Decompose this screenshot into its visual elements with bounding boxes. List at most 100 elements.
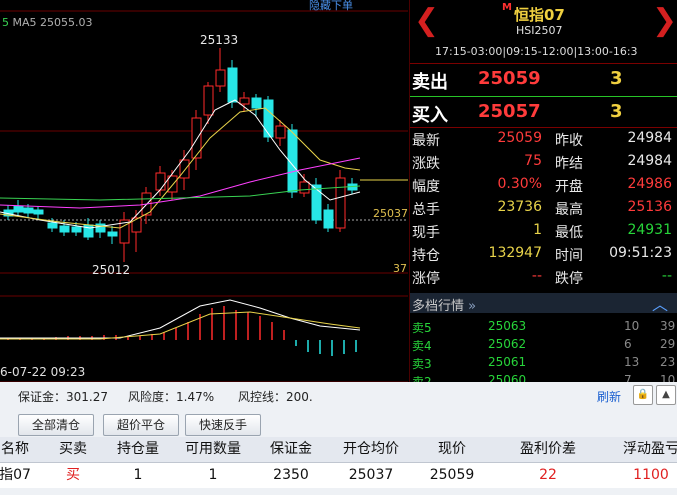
depth-row[interactable]: 卖2 25060 7 10 bbox=[410, 372, 677, 382]
candle-body bbox=[47, 222, 58, 229]
column-header[interactable]: 买卖 bbox=[42, 437, 105, 463]
collapse-caret-icon[interactable]: ︿ bbox=[652, 291, 668, 315]
quote-row: 持仓 132947 时间 09:51:23 bbox=[410, 243, 677, 265]
depth-row[interactable]: 卖3 25061 13 23 bbox=[410, 354, 677, 372]
depth-qty: 6 bbox=[624, 337, 632, 351]
quote-label: 跌停 bbox=[555, 271, 583, 287]
quote-value: -- bbox=[531, 268, 542, 284]
quote-value: 1 bbox=[533, 222, 542, 238]
depth-row[interactable]: 卖5 25063 10 39 bbox=[410, 318, 677, 336]
risk-text: 风险度：1.47% bbox=[128, 390, 215, 404]
ask-qty: 3 bbox=[610, 68, 623, 89]
position-cell[interactable]: 25037 bbox=[328, 463, 415, 488]
column-header[interactable]: 浮动盈亏 bbox=[606, 437, 677, 463]
candle-body bbox=[131, 217, 142, 233]
bid-row[interactable]: 买入 25057 3 bbox=[410, 97, 677, 127]
quote-row: 最新 25059 昨收 24984 bbox=[410, 128, 677, 150]
dif-line bbox=[0, 299, 361, 339]
candle-body bbox=[167, 175, 178, 193]
trade-area: 保证金：301.27 风险度：1.47% 风控线：200. 刷新 🔒 ▲ 全部清… bbox=[0, 382, 677, 495]
quote-value: 132947 bbox=[488, 245, 542, 261]
candle-body bbox=[59, 225, 70, 233]
kline-chart[interactable]: 5 MA5 25055.03 隐藏下单 25133 25012 25037 37… bbox=[0, 0, 408, 382]
hide-order-link[interactable]: 隐藏下单 bbox=[309, 0, 353, 13]
next-contract-icon[interactable]: ❯ bbox=[652, 6, 677, 36]
contract-name: 恒指07 bbox=[514, 6, 565, 24]
quote-row: 涨停 -- 跌停 -- bbox=[410, 266, 677, 288]
candle-body bbox=[215, 69, 226, 87]
candle-body bbox=[299, 181, 310, 194]
quote-label: 现手 bbox=[412, 225, 440, 241]
ask-label: 卖出 bbox=[412, 72, 448, 93]
depth-price: 25062 bbox=[488, 337, 527, 351]
quote-value: 25059 bbox=[497, 130, 542, 146]
candle-body bbox=[263, 99, 274, 138]
quote-value: -- bbox=[661, 268, 672, 284]
column-header[interactable]: 持仓量 bbox=[104, 437, 173, 463]
quick-reverse-button[interactable]: 快速反手 bbox=[185, 414, 261, 436]
margin-text: 保证金：301.27 bbox=[18, 390, 108, 404]
main-contract-marker: M bbox=[502, 2, 512, 13]
candle-body bbox=[323, 209, 334, 229]
column-header[interactable]: 现价 bbox=[414, 437, 491, 463]
candle-body bbox=[107, 231, 118, 237]
quote-value: 75 bbox=[524, 153, 542, 169]
position-cell[interactable]: 25059 bbox=[414, 463, 491, 488]
quote-row: 总手 23736 最高 25136 bbox=[410, 197, 677, 219]
quote-label: 持仓 bbox=[412, 248, 440, 264]
high-price-label: 25133 bbox=[200, 33, 239, 47]
candle-body bbox=[191, 117, 202, 159]
quote-label: 最低 bbox=[555, 225, 583, 241]
position-cell[interactable]: 1100 bbox=[606, 463, 677, 488]
quote-value: 09:51:23 bbox=[609, 245, 672, 261]
ask-price: 25059 bbox=[478, 68, 541, 89]
quote-panel: ❮ M 恒指07 HSI2507 ❯ 17:15-03:00|09:15-12:… bbox=[409, 0, 677, 382]
depth-qty: 7 bbox=[624, 373, 632, 382]
quote-label: 开盘 bbox=[555, 179, 583, 195]
quote-value: 24984 bbox=[627, 153, 672, 169]
prev-contract-icon[interactable]: ❮ bbox=[414, 6, 439, 36]
quote-value: 24984 bbox=[627, 130, 672, 146]
position-cell[interactable]: 2350 bbox=[254, 463, 329, 488]
ma5-line bbox=[0, 99, 361, 229]
candle-body bbox=[275, 125, 286, 139]
position-cell[interactable]: 指07 bbox=[0, 463, 43, 488]
depth-price: 25061 bbox=[488, 355, 527, 369]
depth-level: 卖3 bbox=[412, 357, 432, 371]
close-all-button[interactable]: 全部清仓 bbox=[18, 414, 94, 436]
candle-body bbox=[33, 209, 44, 215]
depth-header[interactable]: 多档行情 » ︿ bbox=[410, 291, 677, 315]
candle-body bbox=[23, 207, 34, 214]
column-header[interactable]: 开仓均价 bbox=[328, 437, 415, 463]
candle-body bbox=[251, 97, 262, 109]
risk-line-text: 风控线：200. bbox=[238, 390, 313, 404]
quote-label: 涨跌 bbox=[412, 156, 440, 172]
quote-label: 昨结 bbox=[555, 156, 583, 172]
double-chevron-down-icon: » bbox=[468, 299, 477, 314]
position-cell[interactable]: 1 bbox=[104, 463, 173, 488]
column-header[interactable]: 盈利价差 bbox=[490, 437, 607, 463]
refresh-link[interactable]: 刷新 bbox=[597, 388, 621, 405]
column-header[interactable]: 保证金 bbox=[254, 437, 329, 463]
column-header[interactable]: 可用数量 bbox=[172, 437, 255, 463]
expand-up-icon[interactable]: ▲ bbox=[656, 385, 676, 405]
depth-title-text: 多档行情 bbox=[412, 299, 465, 314]
quote-label: 最高 bbox=[555, 202, 583, 218]
depth-level: 卖2 bbox=[412, 375, 432, 382]
position-cell[interactable]: 1 bbox=[172, 463, 255, 488]
account-bar: 保证金：301.27 风险度：1.47% 风控线：200. 刷新 🔒 ▲ bbox=[0, 382, 677, 408]
depth-level: 卖5 bbox=[412, 321, 432, 335]
contract-code: HSI2507 bbox=[516, 24, 563, 37]
depth-total: 23 bbox=[660, 355, 676, 369]
close-over-price-button[interactable]: 超价平仓 bbox=[103, 414, 179, 436]
candle-body bbox=[155, 172, 166, 191]
position-cell[interactable]: 买 bbox=[42, 463, 105, 488]
position-cell[interactable]: 22 bbox=[490, 463, 607, 488]
ask-row[interactable]: 卖出 25059 3 bbox=[410, 64, 677, 94]
lock-icon[interactable]: 🔒 bbox=[633, 385, 653, 405]
quote-row: 涨跌 75 昨结 24984 bbox=[410, 151, 677, 173]
depth-row[interactable]: 卖4 25062 6 29 bbox=[410, 336, 677, 354]
dea-line bbox=[0, 311, 361, 340]
column-header[interactable]: 名称 bbox=[0, 437, 43, 463]
depth-total: 29 bbox=[660, 337, 676, 351]
